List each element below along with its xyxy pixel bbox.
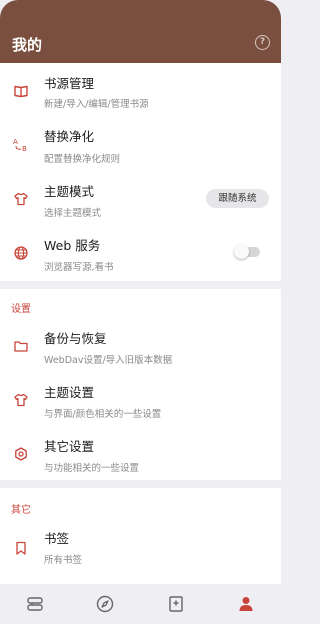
shirt-icon	[13, 191, 29, 207]
app-bar: 我的 ?	[0, 0, 281, 63]
section-label-other: 其它	[11, 505, 31, 516]
list-item-other-settings[interactable]: 其它设置 与功能相关的一些设置	[0, 426, 281, 480]
bottom-navigation	[0, 584, 281, 624]
item-subtitle: 配置替换净化规则	[44, 154, 121, 165]
item-title: 主题模式	[44, 184, 95, 199]
web-service-toggle-knob[interactable]	[234, 244, 249, 259]
svg-text:B: B	[22, 145, 27, 152]
svg-text:A: A	[13, 138, 18, 146]
shirt-icon	[13, 392, 29, 408]
item-subtitle: 新建/导入/编辑/管理书源	[44, 99, 149, 110]
item-title: 主题设置	[44, 385, 95, 400]
section-label-settings: 设置	[11, 304, 31, 315]
item-title: 备份与恢复	[44, 331, 107, 346]
bookshelf-icon	[25, 594, 45, 614]
list-item-theme-settings[interactable]: 主题设置 与界面/颜色相关的一些设置	[0, 372, 281, 426]
item-subtitle: 所有书签	[44, 555, 83, 566]
person-icon	[236, 594, 256, 614]
item-title: 书源管理	[44, 76, 95, 91]
item-title: Web 服务	[44, 238, 101, 253]
bookmark-icon	[13, 540, 29, 556]
item-title: 其它设置	[44, 439, 95, 454]
help-icon[interactable]: ?	[255, 35, 270, 50]
book-open-icon	[13, 83, 29, 99]
rss-bookmark-icon	[166, 594, 186, 614]
globe-icon	[13, 245, 29, 261]
list-item-book-source[interactable]: 书源管理 新建/导入/编辑/管理书源	[0, 63, 281, 115]
list-item-replace[interactable]: AB 替换净化 配置替换净化规则	[0, 115, 281, 169]
item-subtitle: 浏览器写源,看书	[44, 262, 114, 273]
theme-mode-value[interactable]: 跟随系统	[206, 189, 269, 208]
item-subtitle: WebDav设置/导入旧版本数据	[44, 355, 173, 366]
item-subtitle: 与界面/颜色相关的一些设置	[44, 409, 162, 420]
list-item-backup[interactable]: 备份与恢复 WebDav设置/导入旧版本数据	[0, 318, 281, 372]
settings-icon	[13, 446, 29, 462]
item-subtitle: 选择主题模式	[44, 208, 102, 219]
list-item-bookmarks[interactable]: 书签 所有书签	[0, 518, 281, 574]
replace-icon: AB	[13, 136, 29, 152]
folder-icon	[13, 338, 29, 354]
item-subtitle: 与功能相关的一些设置	[44, 463, 140, 474]
page-title: 我的	[12, 36, 43, 54]
compass-icon	[95, 594, 115, 614]
nav-mine[interactable]	[236, 594, 256, 614]
nav-discover[interactable]	[95, 594, 115, 614]
nav-rss[interactable]	[166, 594, 186, 614]
item-title: 书签	[44, 531, 70, 546]
nav-bookshelf[interactable]	[25, 594, 45, 614]
item-title: 替换净化	[44, 129, 95, 144]
